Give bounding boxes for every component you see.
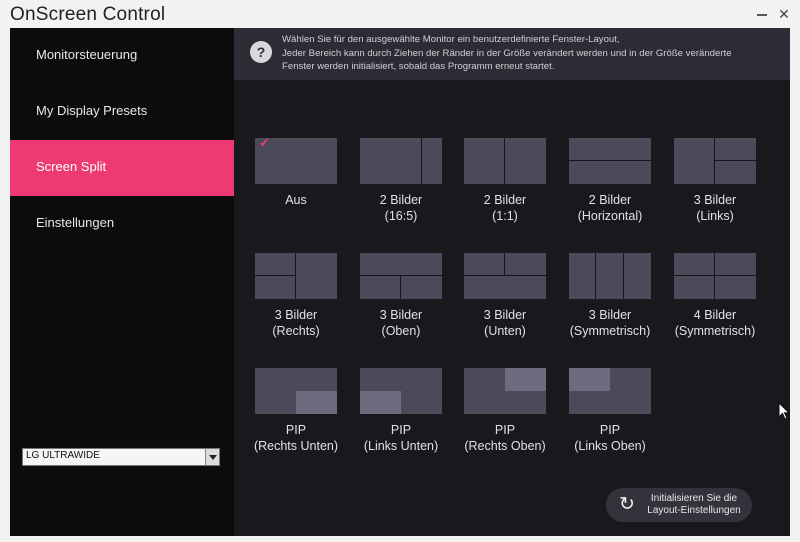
layout-thumbnail (569, 368, 651, 414)
layout-thumbnail (360, 253, 442, 299)
sidebar: Monitorsteuerung My Display Presets Scre… (10, 28, 234, 536)
reset-layout-label: Initialisieren Sie die Layout-Einstellun… (647, 493, 741, 516)
layout-thumbnail (360, 368, 442, 414)
layout-label: 2 Bilder (1:1) (483, 193, 527, 223)
minimize-icon (757, 14, 767, 16)
chevron-down-icon[interactable] (205, 449, 219, 465)
layout-thumbnail (255, 368, 337, 414)
sidebar-item-label: Screen Split (36, 159, 107, 174)
sidebar-item-label: My Display Presets (36, 103, 148, 118)
layout-label: PIP (Rechts Oben) (464, 423, 546, 453)
layout-thumbnail (674, 253, 756, 299)
main-panel: ? Wählen Sie für den ausgewählte Monitor… (234, 28, 790, 536)
layout-label: 3 Bilder (Rechts) (272, 308, 320, 338)
layout-label: PIP (Rechts Unten) (253, 423, 339, 453)
layout-label: 4 Bilder (Symmetrisch) (674, 308, 756, 338)
reset-layout-button[interactable]: ↻ Initialisieren Sie die Layout-Einstell… (606, 488, 752, 522)
info-line: Jeder Bereich kann durch Ziehen der Ränd… (282, 47, 732, 59)
info-text: Wählen Sie für den ausgewählte Monitor e… (282, 33, 782, 74)
layout-thumbnail (569, 253, 651, 299)
sidebar-item-screen-split[interactable]: Screen Split (10, 140, 234, 196)
refresh-icon: ↻ (619, 494, 635, 515)
layout-label: 3 Bilder (Symmetrisch) (569, 308, 651, 338)
info-line: Fenster werden initialisiert, sobald das… (282, 61, 555, 72)
close-button[interactable]: ✕ (774, 5, 794, 23)
monitor-select-value: LG ULTRAWIDE (26, 450, 100, 461)
layout-label: 2 Bilder (Horizontal) (577, 193, 643, 223)
mouse-cursor-icon (778, 402, 790, 420)
monitor-select[interactable]: LG ULTRAWIDE (22, 448, 220, 466)
info-banner: ? Wählen Sie für den ausgewählte Monitor… (234, 28, 790, 80)
layout-label: 3 Bilder (Unten) (483, 308, 527, 338)
layout-thumbnail (464, 138, 546, 184)
check-icon: ✓ (259, 135, 270, 150)
layout-thumbnail (569, 138, 651, 184)
minimize-button[interactable] (752, 5, 772, 23)
sidebar-item-monitorsteuerung[interactable]: Monitorsteuerung (10, 28, 234, 84)
info-line: Wählen Sie für den ausgewählte Monitor e… (282, 34, 620, 45)
window-title: OnScreen Control (10, 4, 166, 25)
layout-thumbnail (464, 368, 546, 414)
sidebar-item-label: Monitorsteuerung (36, 47, 138, 62)
app-window: OnScreen Control ✕ Monitorsteuerung My D… (0, 0, 800, 542)
layout-label: 3 Bilder (Links) (693, 193, 737, 223)
layout-thumbnail (674, 138, 756, 184)
layout-thumbnail (255, 253, 337, 299)
sidebar-item-einstellungen[interactable]: Einstellungen (10, 196, 234, 252)
help-icon: ? (250, 41, 272, 63)
sidebar-item-label: Einstellungen (36, 215, 115, 230)
sidebar-item-my-display-presets[interactable]: My Display Presets (10, 84, 234, 140)
layout-label: PIP (Links Oben) (574, 423, 646, 453)
layout-thumbnail (464, 253, 546, 299)
layout-label: Aus (285, 193, 307, 207)
layout-thumbnail (360, 138, 442, 184)
titlebar: OnScreen Control ✕ (0, 0, 800, 30)
